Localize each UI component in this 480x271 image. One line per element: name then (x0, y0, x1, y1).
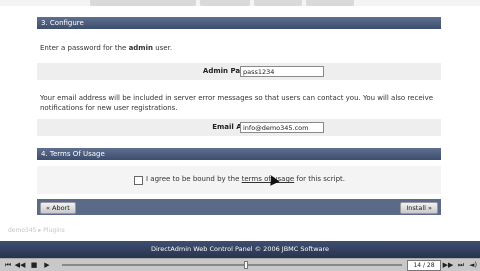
agree-prefix: I agree to be bound by the (146, 175, 242, 183)
skip-forward-icon[interactable]: ⏭ (455, 260, 467, 270)
video-player-bar: ⏮ ◀◀ ■ ▶ 14 / 28 ▶▶ ⏭ ◄) (0, 258, 480, 271)
abort-button[interactable]: « Abort (40, 202, 76, 214)
agree-suffix: for this script. (294, 175, 346, 183)
footer: DirectAdmin Web Control Panel © 2006 JBM… (0, 241, 480, 258)
agree-text: I agree to be bound by the terms of usag… (146, 175, 345, 183)
password-input[interactable] (240, 66, 324, 77)
stop-icon[interactable]: ■ (28, 260, 40, 270)
agree-checkbox[interactable] (134, 176, 143, 185)
intro-suffix: user. (152, 44, 173, 52)
slide-counter: 14 / 28 (407, 260, 441, 271)
intro-user: admin (128, 44, 153, 52)
password-row: Admin Password: (37, 63, 441, 80)
section-header-terms: 4. Terms Of Usage (37, 148, 441, 160)
progress-track[interactable] (62, 264, 402, 266)
rewind-icon[interactable]: ◀◀ (14, 260, 26, 270)
email-note-line2: notifications for new user registrations… (40, 104, 178, 112)
top-tab[interactable] (254, 0, 302, 6)
email-note-line1: Your email address will be included in s… (40, 94, 434, 102)
breadcrumb[interactable]: demo345 ▸ Plugins (8, 227, 65, 234)
email-note: Your email address will be included in s… (40, 93, 433, 113)
intro-prefix: Enter a password for the (40, 44, 129, 52)
email-input[interactable] (240, 122, 324, 133)
top-tab[interactable] (90, 0, 196, 6)
install-button[interactable]: Install » (400, 202, 438, 214)
next-icon[interactable]: ▶▶ (442, 260, 454, 270)
skip-back-icon[interactable]: ⏮ (2, 260, 14, 270)
button-bar: « Abort Install » (37, 199, 441, 215)
top-tab-strip (0, 0, 480, 6)
email-row: Email Address: (37, 119, 441, 136)
password-intro: Enter a password for the admin user. (40, 43, 172, 53)
play-icon[interactable]: ▶ (41, 260, 53, 270)
top-tab[interactable] (200, 0, 250, 6)
volume-icon[interactable]: ◄) (467, 260, 479, 270)
progress-thumb[interactable] (243, 261, 248, 269)
terms-row: I agree to be bound by the terms of usag… (37, 166, 441, 194)
section-header-configure: 3. Configure (37, 17, 441, 29)
top-tab[interactable] (306, 0, 354, 6)
